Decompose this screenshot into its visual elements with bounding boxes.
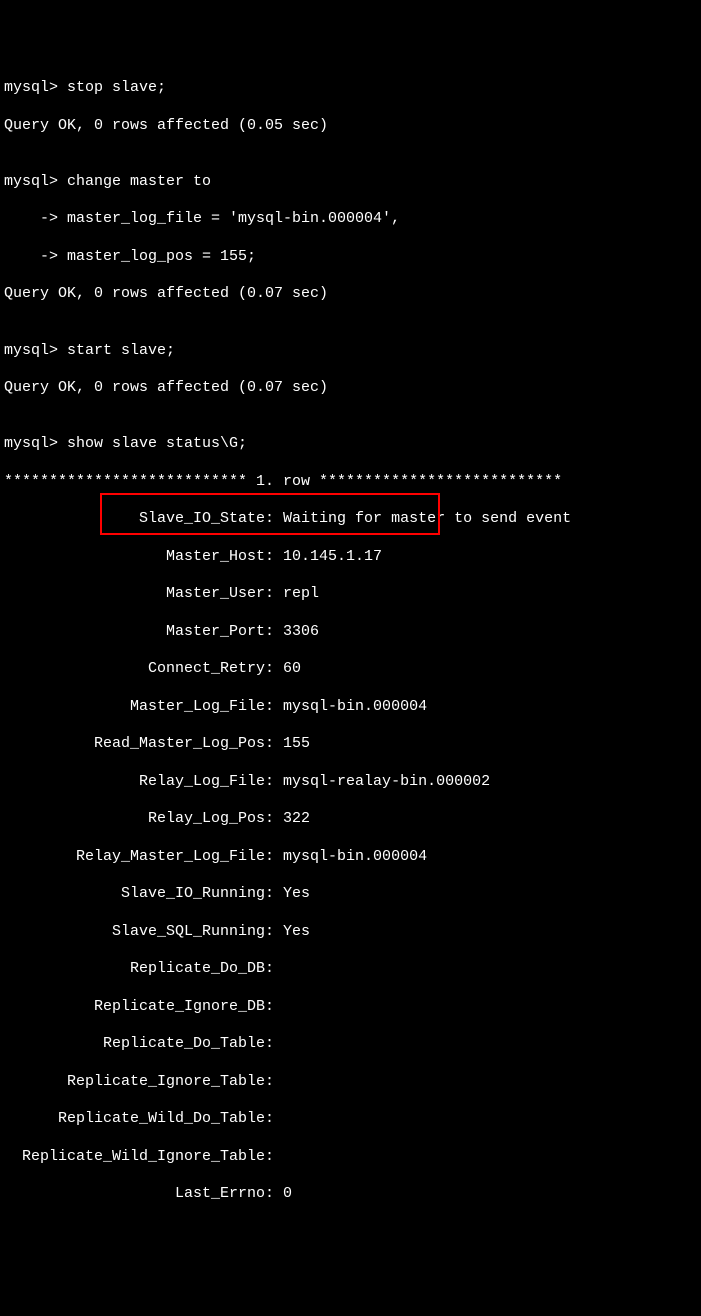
terminal-line: Replicate_Wild_Ignore_Table: xyxy=(4,1148,697,1167)
terminal-line: Master_Port: 3306 xyxy=(4,623,697,642)
terminal-line: mysql> stop slave; xyxy=(4,79,697,98)
terminal-line: Slave_IO_Running: Yes xyxy=(4,885,697,904)
terminal-line: Replicate_Wild_Do_Table: xyxy=(4,1110,697,1129)
terminal-line: Slave_IO_State: Waiting for master to se… xyxy=(4,510,697,529)
terminal-line: Master_Log_File: mysql-bin.000004 xyxy=(4,698,697,717)
terminal-line: -> master_log_pos = 155; xyxy=(4,248,697,267)
terminal-line: Query OK, 0 rows affected (0.05 sec) xyxy=(4,117,697,136)
terminal-line: Master_Host: 10.145.1.17 xyxy=(4,548,697,567)
terminal-line: Query OK, 0 rows affected (0.07 sec) xyxy=(4,285,697,304)
terminal-line: Replicate_Do_DB: xyxy=(4,960,697,979)
terminal-line: Relay_Log_Pos: 322 xyxy=(4,810,697,829)
terminal-line: Replicate_Ignore_Table: xyxy=(4,1073,697,1092)
terminal-line: Slave_SQL_Running: Yes xyxy=(4,923,697,942)
terminal-line: -> master_log_file = 'mysql-bin.000004', xyxy=(4,210,697,229)
terminal-line: mysql> show slave status\G; xyxy=(4,435,697,454)
terminal-line: mysql> change master to xyxy=(4,173,697,192)
terminal-line: Replicate_Ignore_DB: xyxy=(4,998,697,1017)
terminal-line: Read_Master_Log_Pos: 155 xyxy=(4,735,697,754)
terminal-line: Master_User: repl xyxy=(4,585,697,604)
terminal-line: Relay_Master_Log_File: mysql-bin.000004 xyxy=(4,848,697,867)
terminal-line: Relay_Log_File: mysql-realay-bin.000002 xyxy=(4,773,697,792)
terminal-line: Connect_Retry: 60 xyxy=(4,660,697,679)
terminal-line: Query OK, 0 rows affected (0.07 sec) xyxy=(4,379,697,398)
terminal-line: mysql> start slave; xyxy=(4,342,697,361)
terminal-line: *************************** 1. row *****… xyxy=(4,473,697,492)
terminal-line: Replicate_Do_Table: xyxy=(4,1035,697,1054)
terminal-line: Last_Errno: 0 xyxy=(4,1185,697,1204)
